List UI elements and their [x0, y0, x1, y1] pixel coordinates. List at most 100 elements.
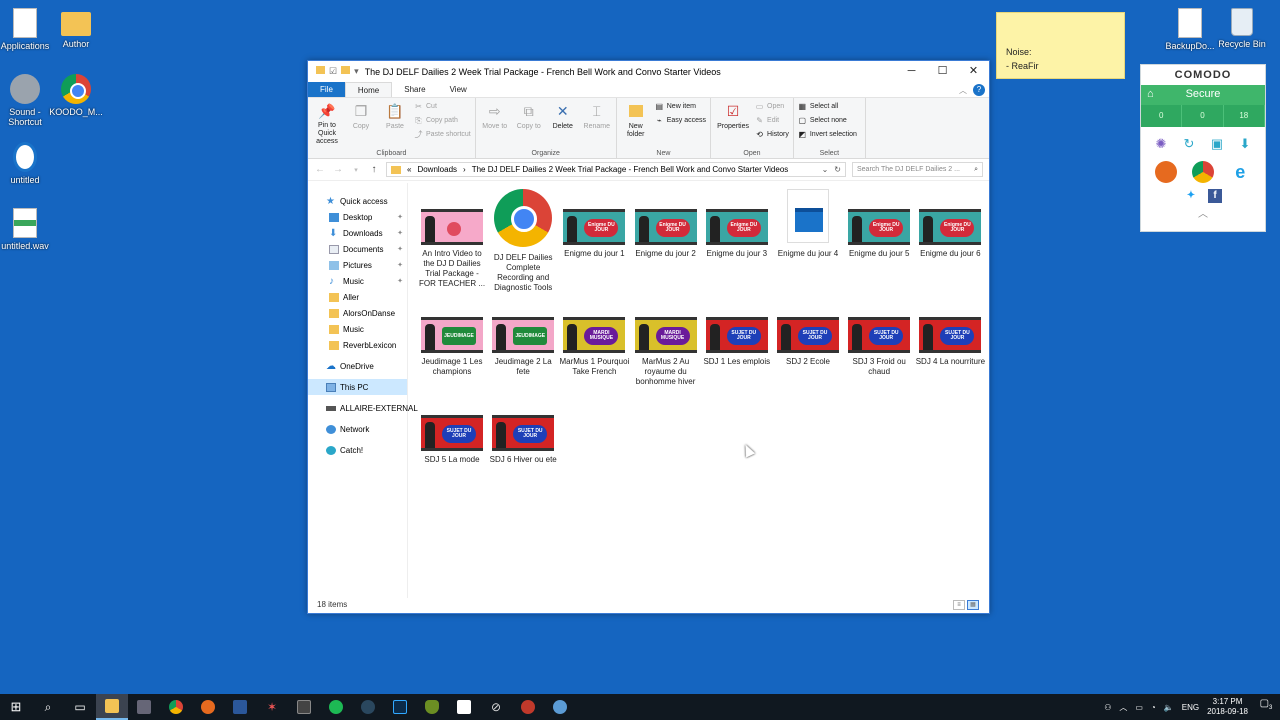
nav-item-pictures[interactable]: Pictures ✦: [308, 257, 407, 273]
pin-icon[interactable]: ✦: [397, 261, 403, 269]
spotify-taskbar-icon[interactable]: [320, 694, 352, 720]
app-taskbar-icon[interactable]: [544, 694, 576, 720]
file-item[interactable]: MARDI MUSIQUE MarMus 2 Au royaume du bonh…: [631, 317, 701, 387]
network-icon[interactable]: ✺: [1150, 133, 1172, 155]
file-item[interactable]: Enigme du jour 4: [773, 189, 843, 259]
app-taskbar-icon[interactable]: ✶: [256, 694, 288, 720]
nav-item-catch[interactable]: Catch!: [308, 442, 407, 458]
nav-item-documents[interactable]: Documents ✦: [308, 241, 407, 257]
people-icon[interactable]: ⚇: [1104, 703, 1111, 712]
collapse-chevron-icon[interactable]: ︿: [1141, 205, 1265, 220]
nav-item-alorsondanse[interactable]: AlorsOnDanse: [308, 305, 407, 321]
select-all-button[interactable]: ▦ Select all: [798, 102, 857, 111]
twitter-icon[interactable]: ✦: [1184, 189, 1198, 203]
shield-icon[interactable]: ⬇: [1234, 133, 1256, 155]
forward-arrow-icon[interactable]: →: [332, 164, 344, 175]
chrome-taskbar-icon[interactable]: [160, 694, 192, 720]
file-item[interactable]: Enigme DU JOUR Enigme du jour 1: [559, 209, 629, 259]
properties-button[interactable]: ☑ Properties: [715, 100, 751, 146]
desktop-icon-backupdo[interactable]: BackupDo...: [1162, 8, 1218, 51]
search-input[interactable]: Search The DJ DELF Dailies 2 ... ⌕: [852, 162, 983, 177]
internet-explorer-icon[interactable]: e: [1229, 161, 1251, 183]
new-item-button[interactable]: ▤ New item: [655, 102, 706, 111]
nav-item-aller[interactable]: Aller: [308, 289, 407, 305]
chevron-down-icon[interactable]: ▾: [354, 66, 359, 77]
address-bar[interactable]: « Downloads › The DJ DELF Dailies 2 Week…: [386, 162, 846, 177]
edit-button[interactable]: ✎ Edit: [755, 116, 789, 125]
move-to-button[interactable]: ⇨ Move to: [480, 100, 510, 146]
copy-to-button[interactable]: ⧉ Copy to: [514, 100, 544, 146]
photoshop-taskbar-icon[interactable]: [384, 694, 416, 720]
file-item[interactable]: SUJET DU JOUR SDJ 3 Froid ou chaud: [844, 317, 914, 377]
file-item[interactable]: Enigme DU JOUR Enigme du jour 5: [844, 209, 914, 259]
nav-item-desktop[interactable]: Desktop ✦: [308, 209, 407, 225]
search-icon[interactable]: ⌕: [32, 694, 64, 720]
task-manager-icon[interactable]: ▣: [1206, 133, 1228, 155]
volume-icon[interactable]: 🔈: [1164, 703, 1174, 712]
desktop-icon-applications[interactable]: Applications: [0, 8, 53, 51]
refresh-icon[interactable]: ↻: [834, 165, 845, 174]
invert-selection-button[interactable]: ◩ Invert selection: [798, 130, 857, 139]
file-item[interactable]: SUJET DU JOUR SDJ 1 Les emplois: [702, 317, 772, 367]
help-icon[interactable]: ?: [973, 84, 985, 96]
easy-access-button[interactable]: ⌁ Easy access: [655, 116, 706, 125]
nav-item-external-drive[interactable]: ALLAIRE-EXTERNAL: [308, 400, 418, 416]
calculator-taskbar-icon[interactable]: [128, 694, 160, 720]
file-item[interactable]: JEUDIMAGE Jeudimage 1 Les champions: [417, 317, 487, 377]
back-arrow-icon[interactable]: ←: [314, 164, 326, 175]
app-taskbar-icon[interactable]: [288, 694, 320, 720]
file-item[interactable]: Enigme DU JOUR Enigme du jour 6: [915, 209, 985, 259]
nav-item-onedrive[interactable]: ☁ OneDrive: [308, 358, 407, 374]
open-button[interactable]: ▭ Open: [755, 102, 789, 111]
steam-taskbar-icon[interactable]: [352, 694, 384, 720]
paste-shortcut-button[interactable]: ⤴ Paste shortcut: [414, 130, 471, 139]
pin-icon[interactable]: ✦: [397, 229, 403, 237]
file-item[interactable]: SUJET DU JOUR SDJ 5 La mode: [417, 415, 487, 465]
nav-item-downloads[interactable]: ⬇ Downloads ✦: [308, 225, 407, 241]
refresh-icon[interactable]: ↻: [1178, 133, 1200, 155]
pin-to-quick-access-button[interactable]: 📌 Pin to Quick access: [312, 100, 342, 146]
desktop-icon-sound-shortcut[interactable]: Sound - Shortcut: [0, 74, 53, 127]
desktop-icon-recycle-bin[interactable]: Recycle Bin: [1214, 8, 1270, 49]
maximize-button[interactable]: ☐: [927, 61, 958, 82]
select-none-button[interactable]: ▢ Select none: [798, 116, 857, 125]
copy-path-button[interactable]: ⎘ Copy path: [414, 116, 471, 125]
comodo-status-bar[interactable]: ⌂ Secure: [1141, 85, 1265, 105]
desktop-icon-koodo[interactable]: KOODO_M...: [48, 74, 104, 117]
nav-item-this-pc[interactable]: This PC: [308, 379, 407, 395]
desktop-icon-untitled-wav[interactable]: untitled.wav: [0, 208, 53, 251]
copy-button[interactable]: ❐ Copy: [346, 100, 376, 146]
pin-icon[interactable]: ✦: [397, 245, 403, 253]
clock[interactable]: 3:17 PM 2018-09-18: [1207, 697, 1248, 717]
pin-icon[interactable]: ✦: [397, 277, 403, 285]
tab-file[interactable]: File: [308, 82, 345, 97]
file-item[interactable]: JEUDIMAGE Jeudimage 2 La fete: [488, 317, 558, 377]
file-item[interactable]: SUJET DU JOUR SDJ 2 Ecole: [773, 317, 843, 367]
nav-item-music[interactable]: ♪ Music ✦: [308, 273, 407, 289]
tab-home[interactable]: Home: [344, 82, 393, 97]
nav-item-music-folder[interactable]: Music: [308, 321, 407, 337]
breadcrumb-current[interactable]: The DJ DELF Dailies 2 Week Trial Package…: [472, 165, 789, 174]
facebook-icon[interactable]: f: [1208, 189, 1222, 203]
file-item[interactable]: SUJET DU JOUR SDJ 4 La nourriture: [915, 317, 985, 367]
network-icon[interactable]: ◔: [1151, 703, 1156, 712]
file-item[interactable]: MARDI MUSIQUE MarMus 1 Pourquoi Take Fren…: [559, 317, 629, 377]
breadcrumb-downloads[interactable]: Downloads: [417, 165, 457, 174]
pin-icon[interactable]: ✦: [397, 213, 403, 221]
comodo-stat[interactable]: 0: [1182, 105, 1224, 127]
recent-chevron-icon[interactable]: ▾: [350, 166, 362, 174]
details-view-button[interactable]: ≡: [953, 600, 965, 610]
comodo-stat[interactable]: 18: [1224, 105, 1265, 127]
chrome-icon[interactable]: [1191, 161, 1214, 183]
collapse-ribbon-icon[interactable]: ︿: [959, 85, 967, 97]
sticky-note[interactable]: Noise: - ReaFir: [996, 12, 1125, 79]
nav-item-network[interactable]: Network: [308, 421, 407, 437]
desktop-icon-untitled[interactable]: untitled: [0, 142, 53, 185]
language-indicator[interactable]: ENG: [1182, 703, 1199, 712]
firefox-taskbar-icon[interactable]: [192, 694, 224, 720]
home-icon[interactable]: ⌂: [1147, 88, 1154, 100]
up-arrow-icon[interactable]: ↑: [368, 164, 380, 175]
tab-share[interactable]: Share: [392, 82, 437, 97]
app-taskbar-icon[interactable]: [512, 694, 544, 720]
nav-item-quick-access[interactable]: ★ Quick access: [308, 193, 407, 209]
